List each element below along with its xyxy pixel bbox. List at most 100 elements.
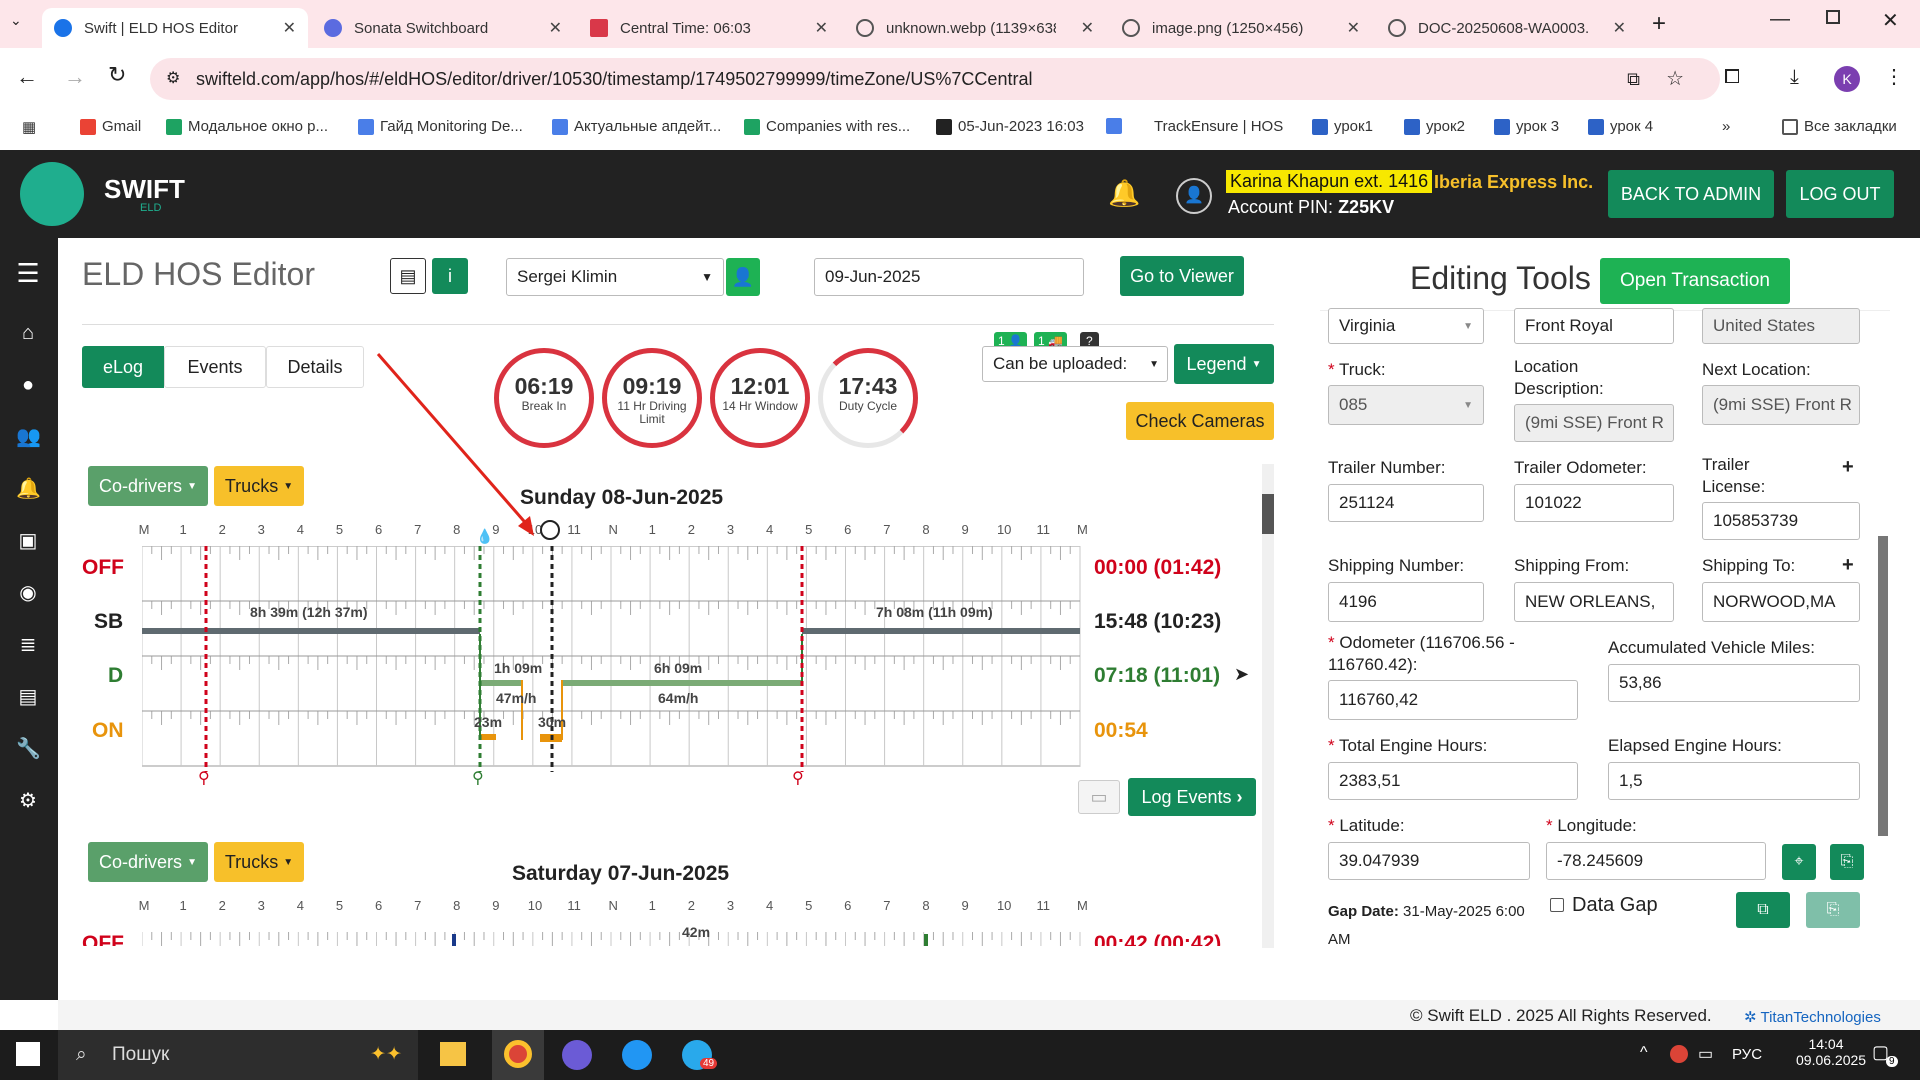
key-icon[interactable]: ⚲ <box>472 768 484 788</box>
tab-doc[interactable]: DOC-20250608-WA0003.p ✕ <box>1376 8 1638 48</box>
star-icon[interactable]: ☆ <box>1666 58 1684 100</box>
paste-icon[interactable]: ⎘ <box>1830 844 1864 880</box>
language-indicator[interactable]: РУС <box>1732 1046 1762 1063</box>
users-icon[interactable]: 👥 <box>16 424 41 448</box>
tab-unknown-webp[interactable]: unknown.webp (1139×638) ✕ <box>844 8 1106 48</box>
phone-app-icon[interactable] <box>622 1040 652 1070</box>
accumulated-miles-input[interactable]: 53,86 <box>1608 664 1860 702</box>
minimize-button[interactable]: — <box>1770 8 1790 31</box>
extensions-icon[interactable]: ⧠ <box>1724 66 1740 89</box>
bookmark-item[interactable]: 05-Jun-2023 16:03 <box>936 118 1084 135</box>
close-icon[interactable]: ✕ <box>1613 18 1626 38</box>
copy-icon[interactable]: ⧉ <box>1736 892 1790 928</box>
back-to-admin-button[interactable]: BACK TO ADMIN <box>1608 170 1774 218</box>
bookmark-gmail[interactable]: Gmail <box>80 118 141 135</box>
upload-status-select[interactable]: Can be uploaded: ▼ <box>982 346 1168 382</box>
tab-events[interactable]: Events <box>164 346 266 388</box>
shipping-to-input[interactable]: NORWOOD,MA <box>1702 582 1860 622</box>
co-drivers-dropdown[interactable]: Co-drivers ▼ <box>88 466 208 506</box>
tray-chrome-icon[interactable] <box>1670 1045 1688 1063</box>
tab-search-icon[interactable]: ⌄ <box>10 12 22 29</box>
city-input[interactable]: Front Royal <box>1514 308 1674 344</box>
bell-icon[interactable]: 🔔 <box>16 476 41 500</box>
close-icon[interactable]: ✕ <box>1347 18 1360 38</box>
log-graph[interactable] <box>142 546 1082 776</box>
hamburger-icon[interactable]: ☰ <box>16 258 40 288</box>
state-select[interactable]: Virginia ▼ <box>1328 308 1484 344</box>
list-icon[interactable]: ≣ <box>16 632 40 656</box>
wrench-icon[interactable]: 🔧 <box>16 736 41 760</box>
trucks-dropdown[interactable]: Trucks ▼ <box>214 466 304 506</box>
close-icon[interactable]: ✕ <box>283 18 296 38</box>
maximize-button[interactable] <box>1826 10 1840 24</box>
comment-icon[interactable]: ▭ <box>1078 780 1120 814</box>
scrollbar-thumb[interactable] <box>1262 494 1274 534</box>
tab-elog[interactable]: eLog <box>82 346 164 388</box>
tools-scrollbar-thumb[interactable] <box>1878 536 1888 836</box>
close-icon[interactable]: ✕ <box>815 18 828 38</box>
trailer-license-input[interactable]: 105853739 <box>1702 502 1860 540</box>
document-icon[interactable]: ▤ <box>390 258 426 294</box>
battery-icon[interactable]: ▭ <box>1698 1044 1713 1064</box>
tray-chevron-icon[interactable]: ^ <box>1640 1044 1648 1062</box>
trailer-odometer-input[interactable]: 101022 <box>1514 484 1674 522</box>
bookmark-item[interactable]: Гайд Monitoring De... <box>358 118 523 135</box>
bookmark-item[interactable]: TrackEnsure | HOS <box>1154 118 1283 135</box>
event-marker[interactable] <box>452 934 456 946</box>
open-transaction-button[interactable]: Open Transaction <box>1600 258 1790 304</box>
trailer-number-input[interactable]: 251124 <box>1328 484 1484 522</box>
longitude-input[interactable]: -78.245609 <box>1546 842 1766 880</box>
contacts-icon[interactable]: ▣ <box>16 528 40 552</box>
tab-sonata[interactable]: Sonata Switchboard ✕ <box>312 8 574 48</box>
elapsed-hours-input[interactable]: 1,5 <box>1608 762 1860 800</box>
add-trailer-button[interactable]: + <box>1842 456 1854 479</box>
date-input[interactable]: 09-Jun-2025 <box>814 258 1084 296</box>
bookmark-item[interactable]: Актуальные апдейт... <box>552 118 721 135</box>
event-marker[interactable] <box>924 934 928 946</box>
more-bookmarks-icon[interactable]: » <box>1722 118 1730 135</box>
data-gap-checkbox[interactable] <box>1550 898 1564 912</box>
bookmark-item[interactable]: урок 4 <box>1588 118 1653 135</box>
paste-icon[interactable]: ⎘ <box>1806 892 1860 928</box>
location-icon[interactable]: ◉ <box>16 580 40 604</box>
bookmark-item[interactable]: Модальное окно р... <box>166 118 328 135</box>
trucks-dropdown[interactable]: Trucks ▼ <box>214 842 304 882</box>
sb-segment[interactable] <box>142 628 480 634</box>
close-window-button[interactable]: ✕ <box>1882 8 1899 33</box>
tab-details[interactable]: Details <box>266 346 364 388</box>
id-card-icon[interactable]: ▤ <box>16 684 40 708</box>
menu-icon[interactable]: ⋮ <box>1884 64 1904 89</box>
tab-central-time[interactable]: Central Time: 06:03 ✕ <box>578 8 840 48</box>
apps-icon[interactable]: ▦ <box>22 118 36 136</box>
chrome-taskbar-item[interactable] <box>492 1030 544 1080</box>
log-events-button[interactable]: Log Events › <box>1128 778 1256 816</box>
bookmark-item[interactable]: Companies with res... <box>744 118 910 135</box>
tab-image-png[interactable]: image.png (1250×456) ✕ <box>1110 8 1372 48</box>
key-icon[interactable]: ⚲ <box>792 768 804 788</box>
key-icon[interactable]: ⚲ <box>198 768 210 788</box>
globe-icon[interactable]: ● <box>16 374 40 396</box>
driver-select[interactable]: Sergei Klimin ▼ <box>506 258 724 296</box>
discord-icon[interactable] <box>562 1040 592 1070</box>
latitude-input[interactable]: 39.047939 <box>1328 842 1530 880</box>
driver-profile-icon[interactable]: 👤 <box>726 258 760 296</box>
map-pin-icon[interactable]: ⌖ <box>1782 844 1816 880</box>
forward-icon[interactable]: → <box>64 64 86 90</box>
site-info-icon[interactable]: ⚙ <box>166 58 180 100</box>
check-cameras-button[interactable]: Check Cameras <box>1126 402 1274 440</box>
engine-hours-input[interactable]: 2383,51 <box>1328 762 1578 800</box>
close-icon[interactable]: ✕ <box>549 18 562 38</box>
translate-icon[interactable]: ⧉ <box>1627 58 1640 100</box>
user-icon[interactable]: 👤 <box>1176 178 1212 214</box>
taskbar-search[interactable]: ⌕ Пошук ✦✦ <box>58 1030 418 1080</box>
drive-segment[interactable] <box>562 680 802 686</box>
clock[interactable]: 14:04 09.06.2025 <box>1796 1036 1866 1068</box>
url-input[interactable]: ⚙ swifteld.com/app/hos/#/eldHOS/editor/dr… <box>150 58 1720 100</box>
add-shipping-button[interactable]: + <box>1842 554 1854 577</box>
shipping-number-input[interactable]: 4196 <box>1328 582 1484 622</box>
file-explorer-icon[interactable] <box>440 1042 466 1066</box>
home-icon[interactable]: ⌂ <box>16 322 40 344</box>
odometer-input[interactable]: 116760,42 <box>1328 680 1578 720</box>
shipping-from-input[interactable]: NEW ORLEANS, <box>1514 582 1674 622</box>
info-icon[interactable]: i <box>432 258 468 294</box>
